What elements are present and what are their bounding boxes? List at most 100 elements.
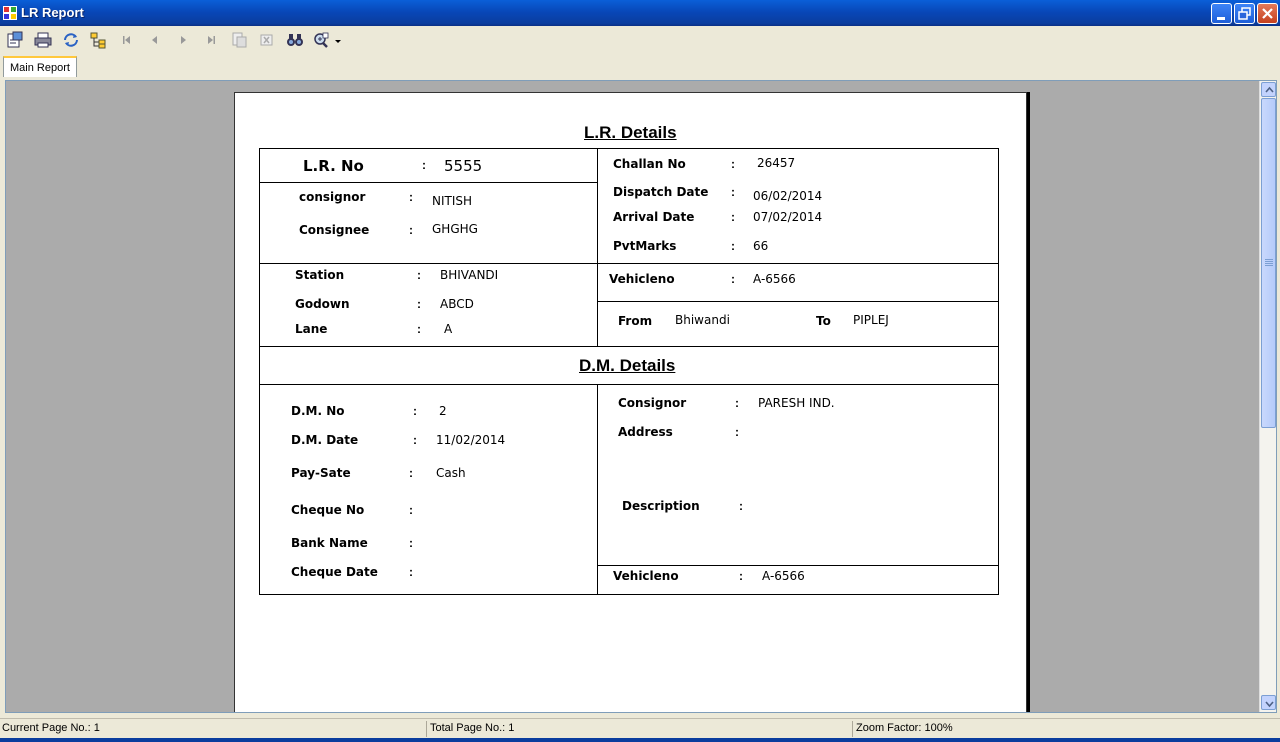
cheque-date-colon: : — [409, 565, 413, 579]
lane-colon: : — [417, 322, 421, 336]
dm-consignor-label: Consignor — [618, 396, 687, 410]
dm-date-label: D.M. Date — [291, 433, 359, 447]
lane-value: A — [444, 322, 453, 336]
pvt-marks-colon: : — [731, 239, 735, 253]
consignor-label: consignor — [299, 190, 366, 204]
cheque-date-label: Cheque Date — [291, 565, 378, 579]
grid-divider — [259, 346, 999, 347]
export-icon — [7, 31, 23, 48]
cheque-no-colon: : — [409, 503, 413, 517]
report-page: L.R. Details L.R. No : 5555 consignor : … — [234, 92, 1027, 712]
stop-icon — [260, 34, 273, 46]
dm-no-label: D.M. No — [291, 404, 345, 418]
pay-sate-value: Cash — [436, 466, 466, 480]
restore-icon — [1238, 7, 1251, 20]
export-button[interactable] — [5, 31, 25, 49]
printer-icon — [34, 32, 52, 48]
dm-details-title: D.M. Details — [579, 356, 676, 375]
godown-value: ABCD — [440, 297, 474, 311]
pay-sate-colon: : — [409, 466, 413, 480]
dm-date-colon: : — [413, 433, 417, 447]
app-icon — [3, 6, 17, 20]
taskbar-edge — [0, 738, 1280, 742]
goto-page-icon — [232, 32, 247, 48]
arrival-date-colon: : — [731, 210, 735, 224]
first-page-button[interactable] — [117, 31, 137, 49]
arrival-date-value: 07/02/2014 — [753, 210, 823, 224]
grid-divider — [259, 263, 999, 264]
challan-no-label: Challan No — [613, 157, 686, 171]
grid-divider — [597, 565, 999, 566]
dm-no-colon: : — [413, 404, 417, 418]
last-page-button[interactable] — [201, 31, 221, 49]
refresh-button[interactable] — [61, 31, 81, 49]
next-page-button[interactable] — [173, 31, 193, 49]
zoom-icon — [314, 32, 341, 48]
dispatch-date-label: Dispatch Date — [613, 185, 709, 199]
arrival-date-label: Arrival Date — [613, 210, 695, 224]
zoom-dropdown-button[interactable] — [313, 31, 343, 49]
dm-vehicle-no-value: A-6566 — [762, 569, 805, 583]
group-tree-button[interactable] — [89, 31, 109, 49]
close-button[interactable] — [1257, 3, 1278, 24]
group-tree-icon — [90, 32, 106, 49]
search-button[interactable] — [285, 31, 305, 49]
bank-name-label: Bank Name — [291, 536, 368, 550]
grid-divider — [259, 384, 999, 385]
report-toolbar — [0, 26, 1280, 54]
tab-main-report[interactable]: Main Report — [3, 56, 77, 77]
scroll-up-button[interactable] — [1261, 82, 1276, 97]
vertical-scrollbar[interactable] — [1259, 81, 1276, 712]
chevron-down-icon — [335, 40, 341, 43]
window-title: LR Report — [21, 5, 84, 20]
vehicle-no-colon: : — [731, 272, 735, 286]
restore-button[interactable] — [1234, 3, 1255, 24]
consignee-value: GHGHG — [432, 222, 478, 236]
scroll-down-button[interactable] — [1261, 695, 1276, 710]
station-value: BHIVANDI — [440, 268, 499, 282]
zoom-status: Zoom Factor: 100% — [856, 722, 953, 734]
station-label: Station — [295, 268, 345, 282]
pvt-marks-label: PvtMarks — [613, 239, 677, 253]
cheque-no-label: Cheque No — [291, 503, 365, 517]
dm-vehicle-no-label: Vehicleno — [613, 569, 679, 583]
lr-no-value: 5555 — [444, 157, 483, 175]
pay-sate-label: Pay-Sate — [291, 466, 351, 480]
consignor-value: NITISH — [432, 194, 473, 208]
close-icon — [1262, 8, 1273, 19]
current-page-status: Current Page No.: 1 — [0, 721, 427, 737]
lr-details-title: L.R. Details — [584, 123, 677, 142]
grid-divider — [597, 301, 999, 302]
dm-consignor-value: PARESH IND. — [758, 396, 835, 410]
next-page-icon — [181, 36, 186, 44]
last-page-icon — [208, 36, 215, 44]
grid-divider — [597, 148, 598, 346]
consignor-colon: : — [409, 190, 413, 204]
vehicle-no-value: A-6566 — [753, 272, 796, 286]
print-button[interactable] — [33, 31, 53, 49]
station-colon: : — [417, 268, 421, 282]
report-viewer[interactable]: L.R. Details L.R. No : 5555 consignor : … — [5, 80, 1277, 713]
dispatch-date-value: 06/02/2014 — [753, 189, 823, 203]
minimize-button[interactable] — [1211, 3, 1232, 24]
scroll-thumb[interactable] — [1261, 98, 1276, 428]
lane-label: Lane — [295, 322, 328, 336]
binoculars-icon — [287, 34, 303, 46]
description-label: Description — [622, 499, 700, 513]
title-bar: LR Report — [0, 0, 1280, 26]
dm-vehicle-no-colon: : — [739, 569, 743, 583]
chevron-up-icon — [1265, 86, 1274, 93]
goto-page-button[interactable] — [229, 31, 249, 49]
previous-page-button[interactable] — [145, 31, 165, 49]
stop-button[interactable] — [257, 31, 277, 49]
chevron-down-icon — [1265, 701, 1274, 708]
grid-divider — [259, 182, 597, 183]
first-page-icon — [123, 36, 130, 44]
consignee-colon: : — [409, 223, 413, 237]
godown-colon: : — [417, 297, 421, 311]
address-colon: : — [735, 425, 739, 439]
vehicle-no-label: Vehicleno — [609, 272, 675, 286]
dm-date-value: 11/02/2014 — [436, 433, 506, 447]
from-label: From — [618, 314, 653, 328]
minimize-icon — [1217, 17, 1225, 20]
